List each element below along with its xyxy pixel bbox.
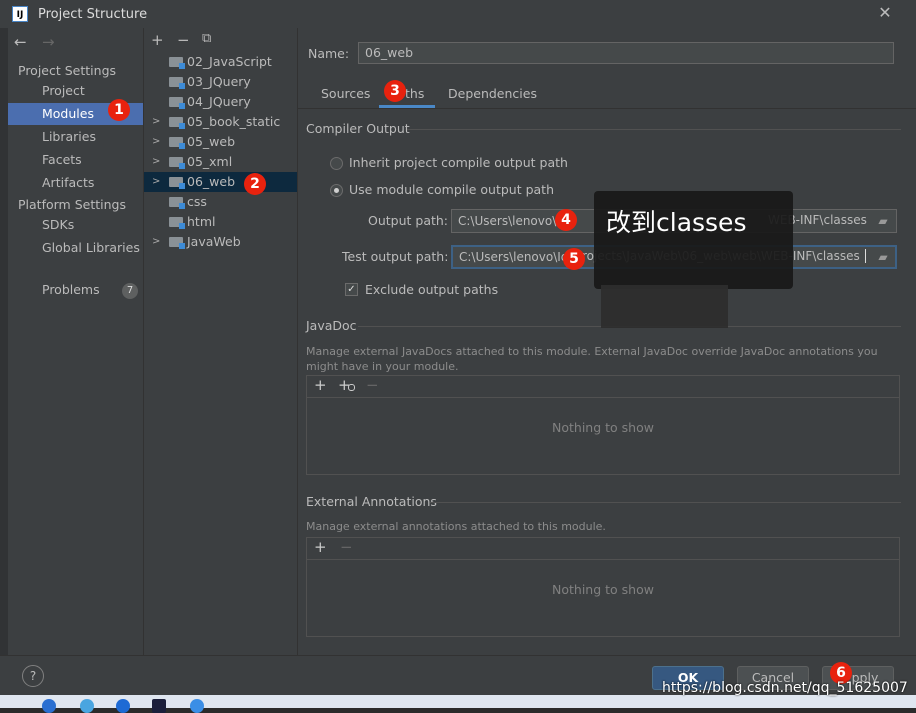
module-folder-icon xyxy=(169,157,185,169)
add-icon[interactable]: + xyxy=(314,376,327,394)
forward-arrow-icon[interactable]: → xyxy=(42,33,55,51)
tab-dependencies[interactable]: Dependencies xyxy=(448,86,537,101)
tabs-divider xyxy=(298,108,916,109)
exclude-output-checkbox[interactable]: ✓ xyxy=(345,283,358,296)
step-marker: 2 xyxy=(244,173,266,195)
problems-count-badge: 7 xyxy=(122,283,138,299)
javadoc-empty-text: Nothing to show xyxy=(552,420,654,435)
tree-row-selected[interactable]: >06_web xyxy=(144,172,297,192)
annotations-table: + − Nothing to show xyxy=(306,537,900,637)
add-module-button[interactable]: + xyxy=(151,31,164,49)
tree-row[interactable]: css xyxy=(144,192,297,212)
watermark-text: https://blog.csdn.net/qq_51625007 xyxy=(662,680,908,696)
chevron-right-icon[interactable]: > xyxy=(152,172,160,192)
sidebar-item-artifacts[interactable]: Artifacts xyxy=(8,172,143,194)
compiler-output-heading: Compiler Output xyxy=(306,121,410,136)
window-title: Project Structure xyxy=(38,7,148,22)
step-marker: 3 xyxy=(384,80,406,102)
annotation-overlay-text: 改到classes xyxy=(606,208,747,237)
taskbar-app-icon[interactable] xyxy=(190,699,204,713)
help-button[interactable]: ? xyxy=(22,665,44,687)
module-folder-icon xyxy=(169,177,185,189)
copy-module-button[interactable]: ⧉ xyxy=(202,31,211,46)
test-output-path-value: C:\Users\lenovo\Id xyxy=(459,250,569,264)
tab-sources[interactable]: Sources xyxy=(321,86,370,101)
taskbar-app-icon[interactable] xyxy=(116,699,130,713)
annotations-toolbar: + − xyxy=(307,538,899,560)
use-module-output-radio[interactable] xyxy=(330,184,343,197)
chevron-right-icon[interactable]: > xyxy=(152,152,160,172)
tree-row[interactable]: >05_book_static xyxy=(144,112,297,132)
module-folder-icon xyxy=(169,197,185,209)
remove-icon[interactable]: − xyxy=(340,538,353,556)
background-ide-strip xyxy=(0,28,8,695)
tree-row[interactable]: >05_xml xyxy=(144,152,297,172)
module-folder-icon xyxy=(169,137,185,149)
exclude-output-label: Exclude output paths xyxy=(365,282,499,297)
add-icon[interactable]: + xyxy=(314,538,327,556)
step-marker: 1 xyxy=(108,99,130,121)
remove-module-button[interactable]: − xyxy=(177,31,190,49)
taskbar-intellij-icon[interactable] xyxy=(152,699,166,713)
annotations-empty-text: Nothing to show xyxy=(552,582,654,597)
javadoc-hint: Manage external JavaDocs attached to thi… xyxy=(306,345,878,373)
os-taskbar xyxy=(0,695,916,708)
tree-row[interactable]: > JavaWeb xyxy=(144,232,297,252)
annotation-overlay-shadow xyxy=(601,285,728,328)
tree-row[interactable]: 03_JQuery xyxy=(144,72,297,92)
name-label: Name: xyxy=(308,46,350,61)
module-folder-icon xyxy=(169,117,185,129)
javadoc-heading: JavaDoc xyxy=(306,318,357,333)
back-arrow-icon[interactable]: ← xyxy=(14,33,27,51)
project-settings-heading: Project Settings xyxy=(18,63,117,78)
globe-icon xyxy=(348,384,355,391)
intellij-app-icon: IJ xyxy=(12,6,28,22)
inherit-output-radio[interactable] xyxy=(330,157,343,170)
section-divider xyxy=(430,502,901,503)
javadoc-toolbar: + + − xyxy=(307,376,899,398)
browse-folder-icon[interactable]: ▰ xyxy=(872,246,894,268)
chevron-right-icon[interactable]: > xyxy=(152,112,160,132)
tree-row[interactable]: >05_web xyxy=(144,132,297,152)
output-path-label: Output path: xyxy=(368,213,449,228)
annotations-hint: Manage external annotations attached to … xyxy=(306,520,606,533)
sidebar-item-global-libraries[interactable]: Global Libraries xyxy=(8,237,143,259)
taskbar-app-icon[interactable] xyxy=(42,699,56,713)
javadoc-table: + + − Nothing to show xyxy=(306,375,900,475)
section-divider xyxy=(407,129,901,130)
sidebar-item-libraries[interactable]: Libraries xyxy=(8,126,143,148)
sidebar-item-sdks[interactable]: SDKs xyxy=(8,214,143,236)
step-marker: 5 xyxy=(563,248,585,270)
chevron-right-icon[interactable]: > xyxy=(152,132,160,152)
module-folder-icon xyxy=(169,217,185,229)
tree-row[interactable]: 02_JavaScript xyxy=(144,52,297,72)
text-cursor xyxy=(865,249,866,263)
module-folder-icon xyxy=(169,237,185,249)
chevron-right-icon[interactable]: > xyxy=(152,232,160,252)
module-name-field[interactable]: 06_web xyxy=(358,42,894,64)
sidebar-item-facets[interactable]: Facets xyxy=(8,149,143,171)
inherit-output-label: Inherit project compile output path xyxy=(349,155,568,170)
platform-settings-heading: Platform Settings xyxy=(18,197,126,212)
use-module-output-label: Use module compile output path xyxy=(349,182,555,197)
test-output-path-label: Test output path: xyxy=(342,249,449,264)
browse-folder-icon[interactable]: ▰ xyxy=(872,210,894,232)
tree-row[interactable]: 04_JQuery xyxy=(144,92,297,112)
external-annotations-heading: External Annotations xyxy=(306,494,437,509)
module-folder-icon xyxy=(169,97,185,109)
close-icon[interactable]: ✕ xyxy=(876,4,894,22)
output-path-value: C:\Users\lenovo\I xyxy=(458,214,560,228)
step-marker: 4 xyxy=(555,209,577,231)
tree-row[interactable]: html xyxy=(144,212,297,232)
tab-paths[interactable]: ths xyxy=(405,86,424,101)
remove-icon[interactable]: − xyxy=(366,376,379,394)
module-folder-icon xyxy=(169,77,185,89)
module-folder-icon xyxy=(169,57,185,69)
taskbar-app-icon[interactable] xyxy=(80,699,94,713)
